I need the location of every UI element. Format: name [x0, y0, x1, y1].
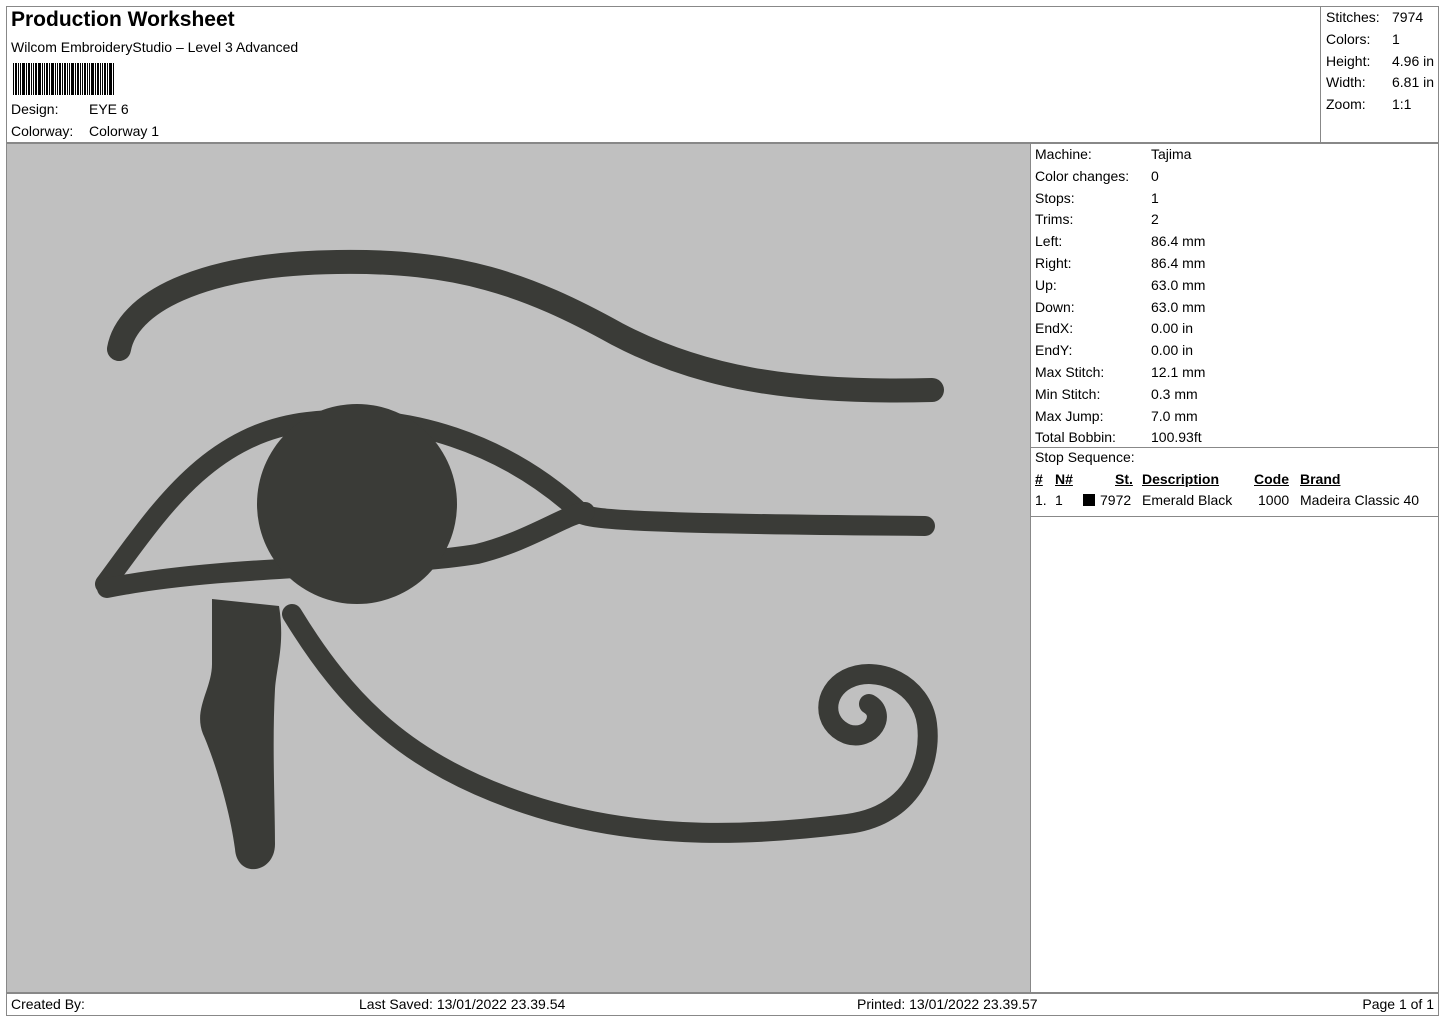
design-label: Design:: [11, 101, 59, 117]
design-summary: Stitches: 7974 Colors: 1 Height: 4.96 in Width…: [1320, 7, 1439, 142]
machine-value: 0: [1151, 167, 1159, 184]
machine-value: 0.00 in: [1151, 320, 1194, 337]
colorway-field: Colorway: Colorway 1: [11, 123, 159, 139]
machine-label: Up:: [1035, 276, 1057, 293]
machine-row: Up: 63.0 mm: [1031, 275, 1438, 297]
machine-label: Left:: [1035, 233, 1063, 250]
machine-value: 12.1 mm: [1151, 363, 1206, 380]
machine-row: Color changes: 0: [1031, 166, 1438, 188]
col-needle: N#: [1055, 471, 1073, 487]
created-by: Created By:: [11, 996, 85, 1012]
machine-info-panel: Machine: Tajima Color changes: 0 Stops: 1 Trim…: [1030, 143, 1439, 993]
last-saved: Last Saved: 13/01/2022 23.39.54: [359, 996, 566, 1012]
machine-label: Stops:: [1035, 189, 1075, 206]
machine-value: 0.3 mm: [1151, 385, 1198, 402]
page-title: Production Worksheet: [11, 8, 235, 31]
teardrop-marking: [200, 599, 282, 870]
summary-value: 1: [1392, 30, 1400, 47]
design-preview: [6, 143, 1031, 993]
software-name: Wilcom EmbroideryStudio – Level 3 Advanc…: [11, 39, 299, 55]
summary-label: Zoom:: [1326, 96, 1366, 113]
machine-label: Down:: [1035, 298, 1075, 315]
eyebrow-stroke: [107, 249, 944, 403]
col-brand: Brand: [1300, 471, 1341, 487]
row-num: 1.: [1035, 492, 1047, 508]
machine-value: 86.4 mm: [1151, 233, 1206, 250]
machine-value: 1: [1151, 189, 1159, 206]
machine-label: Total Bobbin:: [1035, 429, 1116, 446]
machine-table: Machine: Tajima Color changes: 0 Stops: 1 Trim…: [1031, 144, 1438, 449]
machine-value: 2: [1151, 211, 1159, 228]
summary-value: 6.81 in: [1392, 74, 1435, 91]
row-brand: Madeira Classic 40: [1300, 492, 1420, 508]
machine-value: 86.4 mm: [1151, 254, 1206, 271]
machine-label: Right:: [1035, 254, 1072, 271]
summary-value: 7974: [1392, 9, 1424, 25]
row-code: 1000: [1258, 492, 1290, 508]
summary-label: Width:: [1326, 74, 1366, 91]
col-num: #: [1035, 471, 1043, 487]
machine-row: EndX: 0.00 in: [1031, 318, 1438, 340]
machine-row: Down: 63.0 mm: [1031, 297, 1438, 319]
stop-sequence-title: Stop Sequence:: [1035, 449, 1135, 465]
col-code: Code: [1254, 471, 1289, 487]
divider: [1031, 516, 1438, 517]
machine-row: Trims: 2: [1031, 209, 1438, 231]
summary-row: Colors: 1: [1321, 29, 1439, 51]
machine-row: Right: 86.4 mm: [1031, 253, 1438, 275]
col-description: Description: [1142, 471, 1220, 487]
machine-label: Trims:: [1035, 211, 1074, 228]
summary-label: Stitches:: [1326, 9, 1380, 25]
machine-value: Tajima: [1151, 146, 1192, 162]
page-number: Page 1 of 1: [1362, 996, 1434, 1012]
summary-value: 4.96 in: [1392, 52, 1435, 69]
machine-row: Max Stitch: 12.1 mm: [1031, 362, 1438, 384]
machine-label: Machine:: [1035, 146, 1092, 162]
col-stitches: St.: [1115, 471, 1133, 487]
upper-eyelid-stroke: [95, 409, 935, 594]
printed-date: Printed: 13/01/2022 23.39.57: [857, 996, 1038, 1012]
eye-of-horus-embroidery: [95, 249, 944, 870]
machine-row: Left: 86.4 mm: [1031, 231, 1438, 253]
summary-row: Stitches: 7974: [1321, 7, 1439, 29]
summary-label: Colors:: [1326, 30, 1371, 47]
summary-row: Zoom: 1:1: [1321, 94, 1439, 116]
machine-value: 0.00 in: [1151, 342, 1194, 359]
divider: [1031, 447, 1438, 448]
machine-value: 7.0 mm: [1151, 407, 1198, 424]
summary-row: Width: 6.81 in: [1321, 72, 1439, 94]
summary-value: 1:1: [1392, 96, 1412, 113]
machine-row: Machine: Tajima: [1031, 144, 1438, 166]
machine-value: 63.0 mm: [1151, 298, 1206, 315]
colorway-label: Colorway:: [11, 123, 74, 139]
design-value: EYE 6: [89, 101, 129, 117]
machine-row: Max Jump: 7.0 mm: [1031, 406, 1438, 428]
summary-label: Height:: [1326, 52, 1371, 69]
spiral-tail-stroke: [282, 604, 938, 843]
row-description: Emerald Black: [1142, 492, 1233, 508]
pupil: [257, 404, 457, 604]
colorway-value: Colorway 1: [89, 123, 160, 139]
machine-label: Color changes:: [1035, 167, 1130, 184]
design-field: Design: EYE 6: [11, 101, 129, 117]
summary-row: Height: 4.96 in: [1321, 51, 1439, 73]
machine-label: EndY:: [1035, 342, 1073, 359]
machine-row: EndY: 0.00 in: [1031, 340, 1438, 362]
machine-label: EndX:: [1035, 320, 1074, 337]
machine-row: Total Bobbin: 100.93ft: [1031, 427, 1438, 449]
barcode: [13, 63, 115, 95]
machine-label: Max Jump:: [1035, 407, 1104, 424]
row-needle: 1: [1055, 492, 1063, 508]
machine-value: 63.0 mm: [1151, 276, 1206, 293]
color-swatch: [1083, 494, 1095, 506]
worksheet-footer: Created By: Last Saved: 13/01/2022 23.39…: [6, 993, 1439, 1016]
worksheet-header: Production Worksheet Wilcom EmbroiderySt…: [6, 6, 1439, 143]
machine-label: Min Stitch:: [1035, 385, 1101, 402]
machine-row: Min Stitch: 0.3 mm: [1031, 384, 1438, 406]
machine-label: Max Stitch:: [1035, 363, 1105, 380]
machine-row: Stops: 1: [1031, 188, 1438, 210]
row-stitches: 7972: [1100, 492, 1132, 508]
machine-value: 100.93ft: [1151, 429, 1202, 446]
